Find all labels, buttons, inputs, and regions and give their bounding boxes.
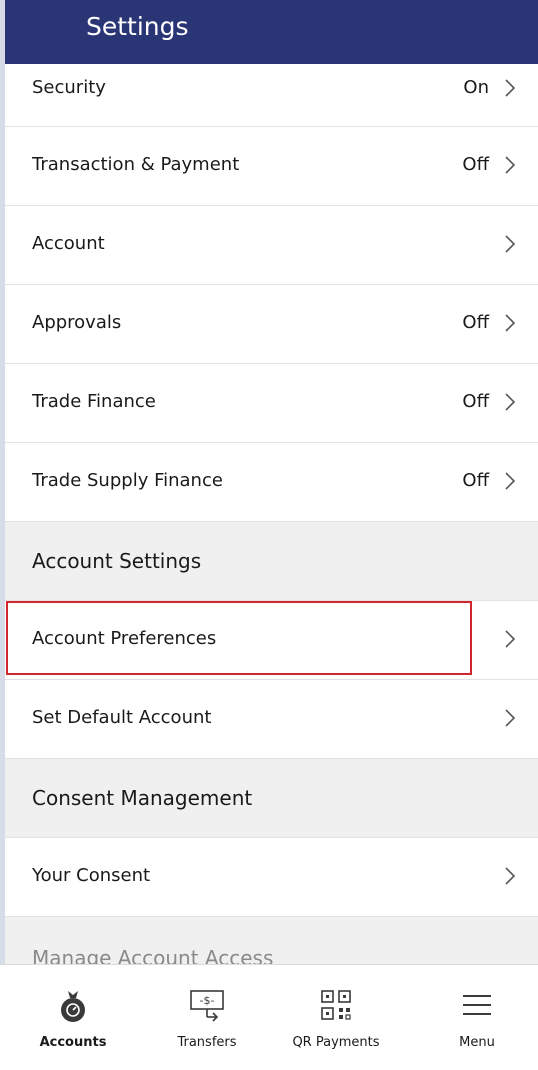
svg-text:-$-: -$-	[200, 994, 215, 1007]
tab-label: Transfers	[177, 1035, 237, 1050]
money-bag-icon	[61, 991, 85, 1022]
row-status: Off	[462, 154, 489, 175]
section-header-account-settings: Account Settings	[5, 522, 538, 601]
chevron-right-icon	[505, 867, 516, 885]
qr-code-icon	[321, 990, 351, 1020]
row-status: Off	[462, 470, 489, 491]
chevron-right-icon	[505, 79, 516, 97]
settings-row-approvals[interactable]: Approvals Off	[5, 285, 538, 364]
row-label: Account Preferences	[32, 628, 217, 649]
hamburger-menu-icon	[463, 995, 491, 1015]
tab-label: QR Payments	[292, 1035, 380, 1050]
chevron-right-icon	[505, 630, 516, 648]
row-label: Trade Finance	[32, 391, 156, 412]
settings-row-account[interactable]: Account	[5, 206, 538, 285]
chevron-right-icon	[505, 235, 516, 253]
page-title: Settings	[86, 12, 189, 41]
app-header: Settings	[5, 0, 538, 64]
section-header-consent-management: Consent Management	[5, 759, 538, 838]
transfer-icon: -$-	[190, 990, 224, 1022]
row-status: Off	[462, 391, 489, 412]
row-status: Off	[462, 312, 489, 333]
tab-label: Menu	[459, 1035, 495, 1050]
settings-row-your-consent[interactable]: Your Consent	[5, 838, 538, 917]
tab-label: Accounts	[39, 1035, 107, 1050]
tab-qr-payments[interactable]: QR Payments	[269, 965, 403, 1070]
row-label: Trade Supply Finance	[32, 470, 223, 491]
tab-transfers[interactable]: -$- Transfers	[140, 965, 274, 1070]
row-label: Approvals	[32, 312, 122, 333]
row-label: Transaction & Payment	[32, 154, 240, 175]
settings-row-security[interactable]: Security On	[5, 64, 538, 127]
settings-row-set-default-account[interactable]: Set Default Account	[5, 680, 538, 759]
chevron-right-icon	[505, 156, 516, 174]
settings-row-account-preferences[interactable]: Account Preferences	[5, 601, 538, 680]
bottom-tab-bar: Accounts -$- Transfers QR Payments Menu	[0, 964, 538, 1070]
settings-row-trade-supply-finance[interactable]: Trade Supply Finance Off	[5, 443, 538, 522]
tab-menu[interactable]: Menu	[410, 965, 538, 1070]
row-label: Security	[32, 77, 106, 98]
settings-row-trade-finance[interactable]: Trade Finance Off	[5, 364, 538, 443]
row-status: On	[463, 77, 489, 98]
chevron-right-icon	[505, 314, 516, 332]
row-label: Set Default Account	[32, 707, 212, 728]
settings-list: Security On Transaction & Payment Off Ac…	[5, 64, 538, 996]
section-title: Consent Management	[32, 786, 253, 810]
chevron-right-icon	[505, 709, 516, 727]
chevron-right-icon	[505, 472, 516, 490]
row-label: Your Consent	[32, 865, 151, 886]
chevron-right-icon	[505, 393, 516, 411]
row-label: Account	[32, 233, 105, 254]
section-title: Account Settings	[32, 549, 202, 573]
tab-accounts[interactable]: Accounts	[6, 965, 140, 1070]
settings-row-transaction-payment[interactable]: Transaction & Payment Off	[5, 127, 538, 206]
